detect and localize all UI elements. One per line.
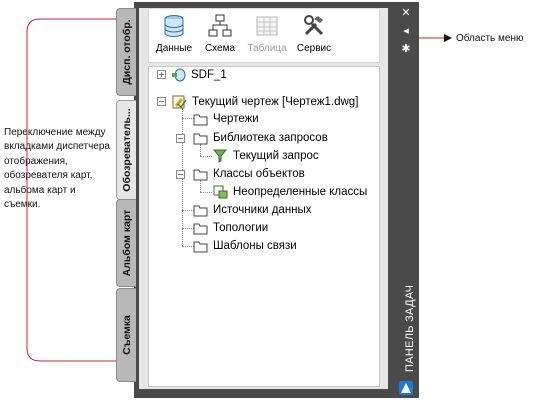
data-menu-label: Данные (155, 43, 193, 54)
folder-icon (193, 114, 208, 126)
autocad-map-logo-icon (399, 381, 413, 395)
folder-icon (193, 205, 208, 217)
schema-menu-button[interactable]: Схема (200, 8, 240, 63)
tab-map-explorer[interactable]: Обозреватель... (116, 100, 136, 200)
properties-icon[interactable]: ✱ (398, 42, 414, 56)
tree-node-label: Шаблоны связи (213, 240, 297, 252)
tree-node-label: Источники данных (213, 204, 312, 216)
table-menu-button[interactable]: Таблица (244, 8, 290, 63)
folder-icon (193, 223, 208, 235)
table-icon (256, 16, 278, 36)
tools-menu-label: Сервис (296, 43, 332, 54)
tree-connector (200, 156, 212, 157)
tree-node-label: Текущий запрос (233, 150, 319, 162)
tree-node-label: Библиотека запросов (213, 132, 328, 144)
tools-menu-button[interactable]: Сервис (292, 8, 336, 63)
tree-node-label: Классы объектов (213, 168, 305, 180)
tabs-annotation: Переключение между вкладками диспетчера … (4, 127, 110, 211)
tree-node-label: Текущий чертеж [Чертеж1.dwg] (192, 96, 359, 108)
tab-survey[interactable]: Съемка (116, 288, 136, 382)
tab-label: Дисп. отобр. (120, 19, 133, 85)
menu-toolbar: Данные Схема Таблица Сервис (148, 8, 380, 63)
tab-display-manager[interactable]: Дисп. отобр. (116, 8, 136, 96)
tab-label: Альбом карт (120, 209, 133, 277)
data-menu-button[interactable]: Данные (154, 8, 194, 63)
tab-label: Съемка (120, 315, 133, 355)
close-icon[interactable]: ✕ (398, 6, 414, 20)
collapse-toggle[interactable]: − (176, 170, 185, 179)
table-menu-label: Таблица (247, 43, 287, 54)
data-connection-icon (172, 68, 186, 82)
tree-connector (200, 180, 201, 192)
tree-node-label: Топологии (213, 222, 269, 234)
tree-node-label: SDF_1 (191, 69, 227, 81)
query-filter-icon (213, 149, 228, 163)
tools-icon (304, 15, 324, 36)
collapse-toggle[interactable]: − (157, 97, 166, 106)
tree-node-label: Чертежи (213, 113, 259, 125)
schema-menu-label: Схема (204, 43, 236, 54)
drawing-icon (172, 95, 187, 109)
autohide-icon[interactable]: ◂ (398, 24, 414, 38)
folder-icon (193, 241, 208, 253)
tree-node-label: Неопределенные классы (233, 186, 368, 198)
tree-connector (200, 144, 201, 156)
palette-title: ПАНЕЛЬ ЗАДАЧ (404, 284, 416, 372)
tree-connector (200, 192, 212, 193)
database-icon (164, 15, 184, 37)
folder-icon (193, 169, 208, 181)
schema-icon (208, 14, 232, 37)
expand-toggle[interactable]: + (157, 70, 166, 79)
folder-icon (193, 133, 208, 145)
menu-area-annotation: Область меню (456, 33, 524, 44)
tab-label: Обозреватель... (120, 108, 133, 192)
tab-map-book[interactable]: Альбом карт (116, 199, 136, 287)
collapse-toggle[interactable]: − (176, 134, 185, 143)
object-class-icon (213, 185, 228, 199)
